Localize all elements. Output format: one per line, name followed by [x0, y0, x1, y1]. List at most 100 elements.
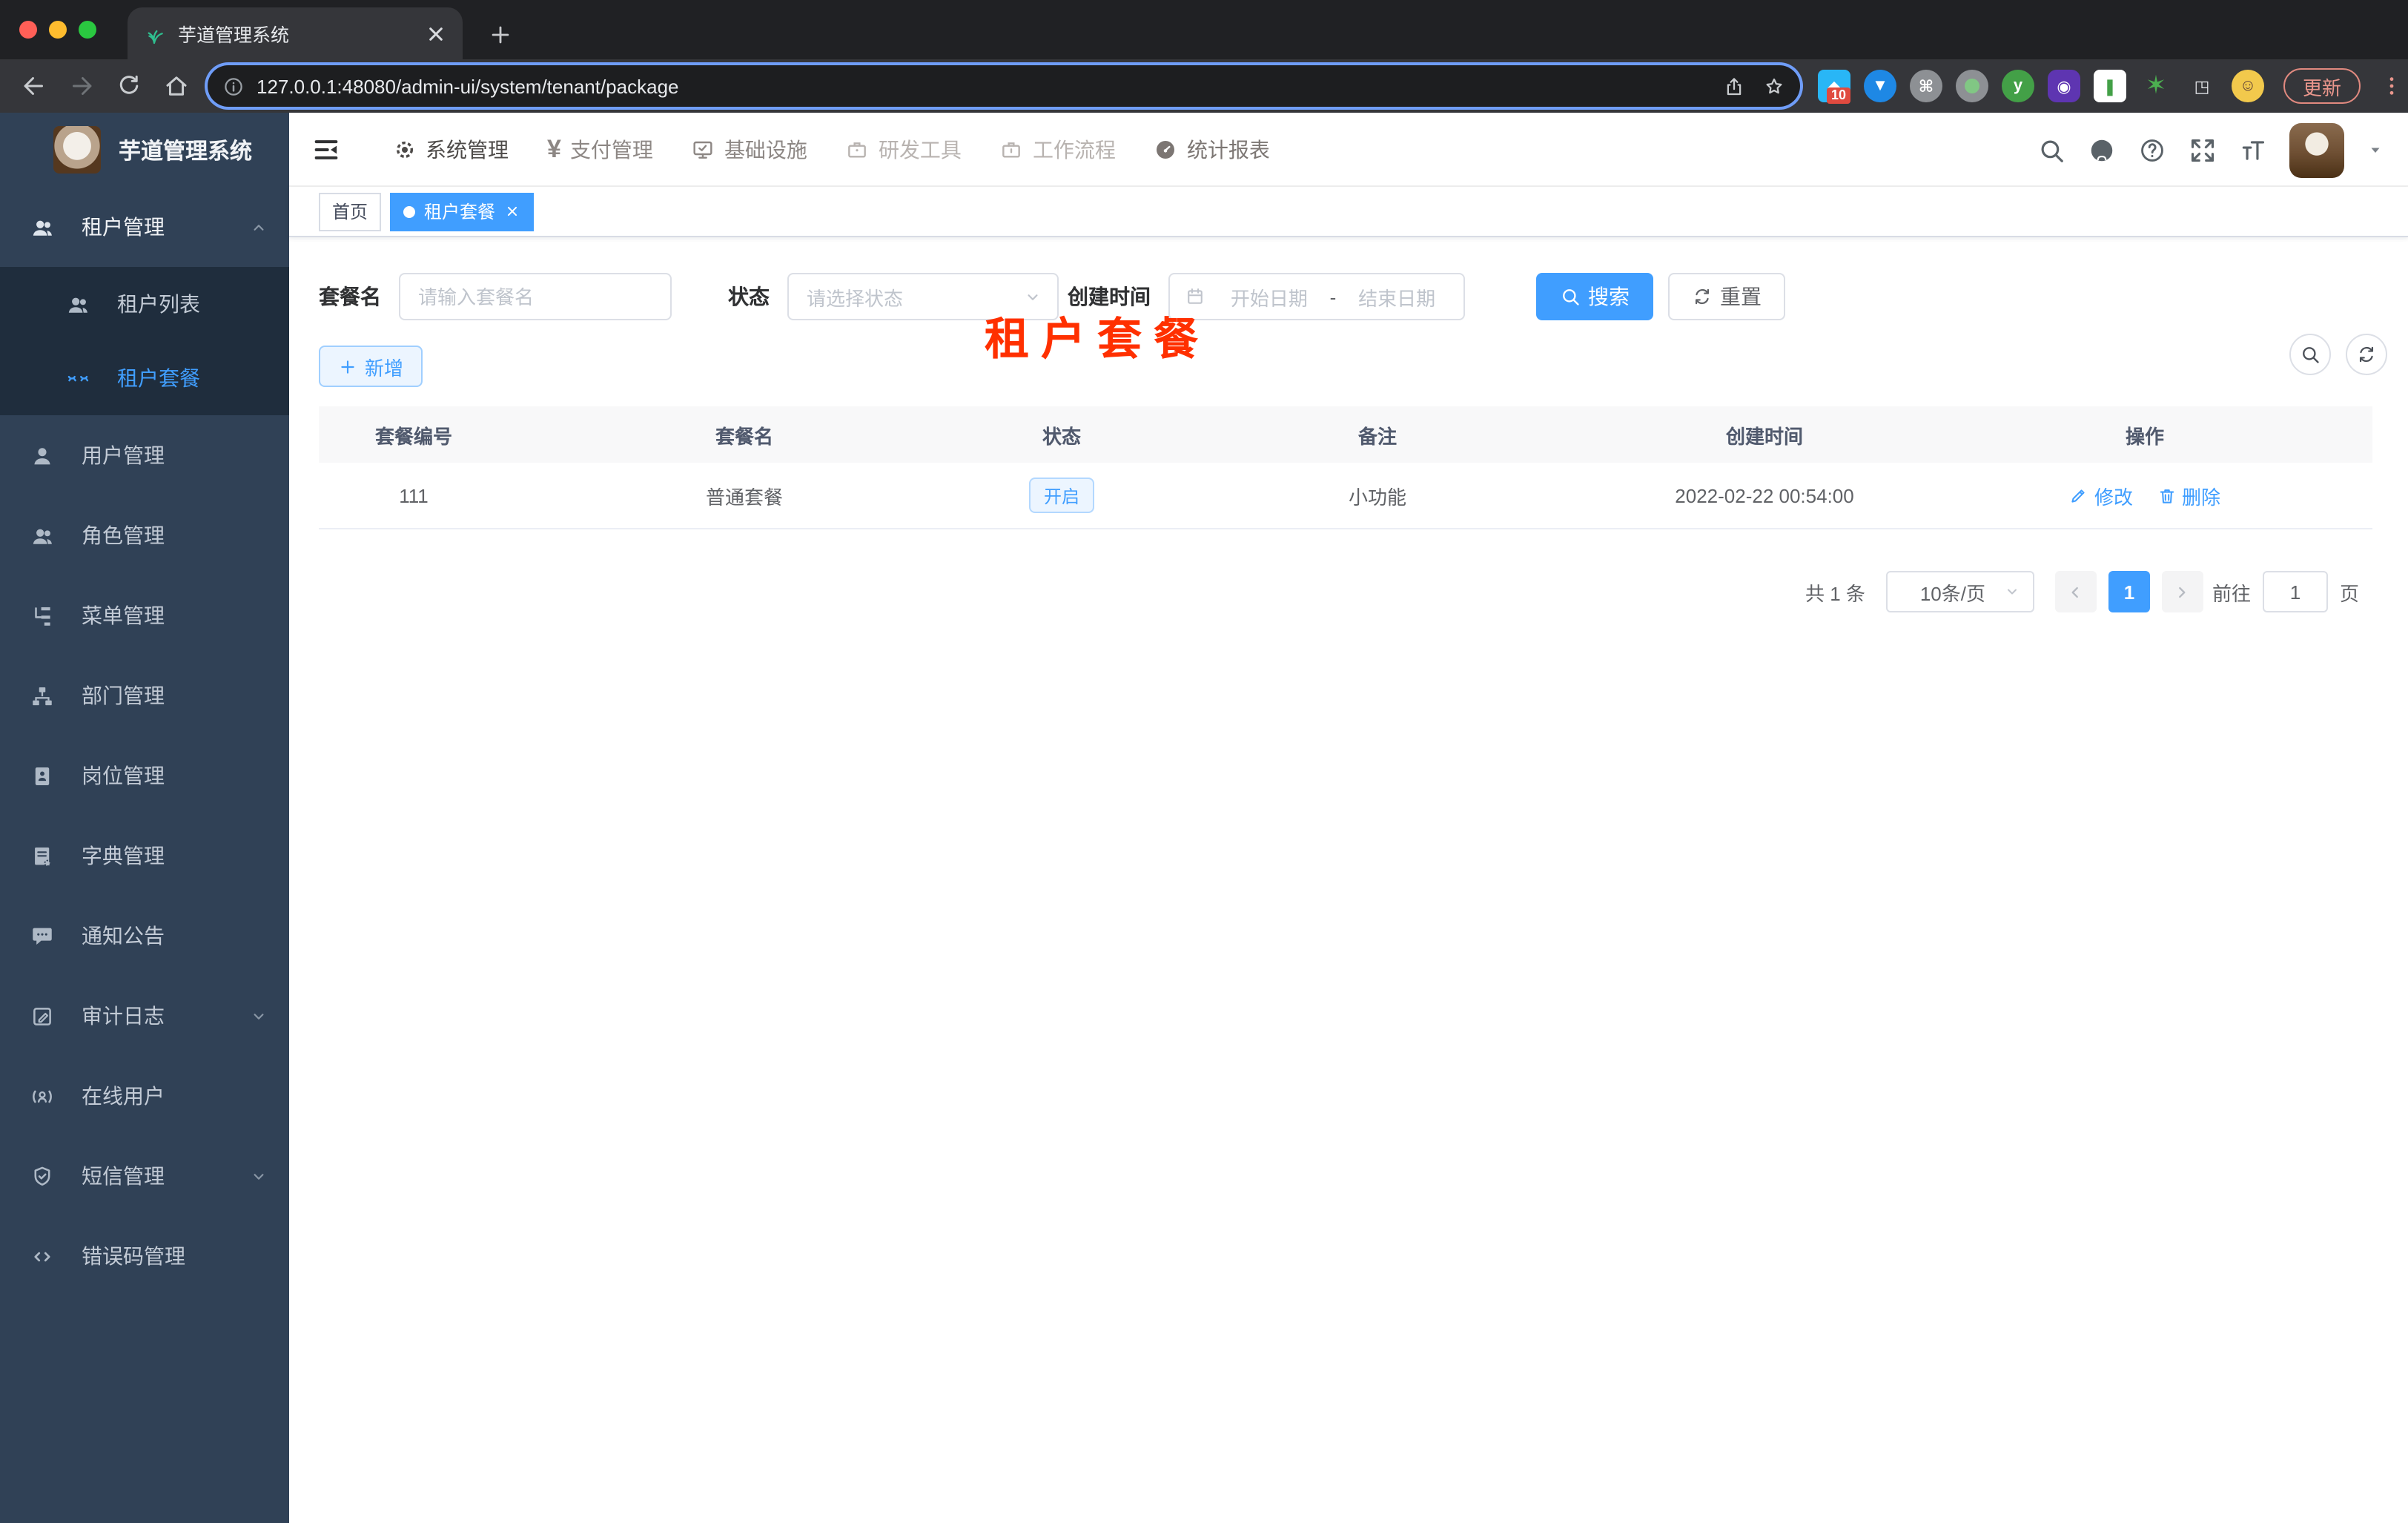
top-menu-system[interactable]: 系统管理: [374, 113, 528, 185]
active-dot-icon: [403, 205, 416, 217]
delete-link[interactable]: 删除: [2157, 481, 2220, 509]
info-icon[interactable]: [222, 75, 245, 97]
extension-star-icon[interactable]: ✶: [2140, 70, 2172, 102]
avatar[interactable]: [2289, 122, 2344, 177]
range-separator: -: [1329, 285, 1337, 308]
extension-badge: 10: [1827, 87, 1851, 104]
tag-home[interactable]: 首页: [319, 192, 382, 231]
chevron-up-icon: [249, 217, 268, 237]
sidebar-item-tenant-management[interactable]: 租户管理: [0, 187, 289, 267]
search-button[interactable]: 搜索: [1536, 273, 1653, 320]
users-icon: [30, 523, 55, 548]
browser-tab[interactable]: 芋道管理系统: [128, 7, 463, 59]
yen-icon: ¥: [547, 135, 561, 163]
sidebar-item-tenant-list[interactable]: 租户列表: [0, 267, 289, 341]
cell-package-id: 111: [399, 484, 429, 506]
extension-v-icon[interactable]: y: [2002, 70, 2034, 102]
sidebar-item-dict-management[interactable]: 字典管理: [0, 816, 289, 896]
tab-close-icon[interactable]: [424, 22, 448, 45]
forward-icon[interactable]: [68, 73, 95, 99]
extension-emoji-icon[interactable]: ☺: [2232, 70, 2264, 102]
home-icon[interactable]: [163, 73, 190, 99]
help-icon[interactable]: [2138, 136, 2166, 164]
pencil-icon: [2069, 486, 2088, 505]
share-icon[interactable]: [1723, 75, 1745, 97]
top-menu-workflow[interactable]: 工作流程: [981, 113, 1135, 185]
top-menu-pay[interactable]: ¥ 支付管理: [528, 113, 672, 185]
sidebar-item-role-management[interactable]: 角色管理: [0, 495, 289, 575]
search-icon: [2300, 344, 2321, 365]
traffic-lights: [19, 21, 96, 39]
page-number-button[interactable]: 1: [2108, 571, 2150, 612]
plus-icon: [338, 357, 357, 376]
prev-page-button[interactable]: [2054, 571, 2097, 612]
chat-bubble-icon: [30, 923, 55, 948]
edit-link[interactable]: 修改: [2069, 481, 2133, 509]
url-text[interactable]: 127.0.0.1:48080/admin-ui/system/tenant/p…: [257, 75, 1705, 97]
sidebar-item-user-management[interactable]: 用户管理: [0, 415, 289, 495]
page-size-select[interactable]: 10条/页: [1885, 571, 2034, 612]
sidebar-item-error-code[interactable]: 错误码管理: [0, 1216, 289, 1296]
reset-button[interactable]: 重置: [1668, 273, 1785, 320]
search-icon: [1560, 286, 1581, 307]
new-tab-button[interactable]: [480, 15, 519, 53]
back-icon[interactable]: [21, 73, 47, 99]
add-button[interactable]: 新增: [319, 346, 423, 387]
top-menu-dev-tool[interactable]: 研发工具: [827, 113, 981, 185]
tag-close-icon[interactable]: [504, 203, 520, 219]
toggle-search-button[interactable]: [2289, 334, 2331, 375]
end-date-placeholder[interactable]: 结束日期: [1345, 283, 1449, 311]
zoom-window-button[interactable]: [79, 21, 96, 39]
create-time-range-picker[interactable]: 开始日期 - 结束日期: [1168, 273, 1465, 320]
page-content: 套餐名 状态 请选择状态 创建时间 开始日期 - 结束日期: [289, 237, 2408, 612]
sidebar-item-post-management[interactable]: 岗位管理: [0, 736, 289, 816]
sidebar-item-dept-management[interactable]: 部门管理: [0, 655, 289, 736]
goto-page-input[interactable]: [2262, 571, 2328, 612]
sidebar-item-sms-management[interactable]: 短信管理: [0, 1136, 289, 1216]
minimize-window-button[interactable]: [49, 21, 67, 39]
extension-shield-icon[interactable]: ◉: [2048, 70, 2080, 102]
tag-tenant-package[interactable]: 租户套餐: [390, 192, 535, 231]
font-size-icon[interactable]: [2239, 136, 2267, 164]
sidebar-item-notice[interactable]: 通知公告: [0, 896, 289, 976]
extension-diamond-icon[interactable]: ◆ 10: [1818, 70, 1851, 104]
closed-eyes-icon: [65, 366, 90, 391]
status-badge[interactable]: 开启: [1028, 478, 1094, 513]
close-window-button[interactable]: [19, 21, 37, 39]
logo-rabbit-image: [53, 126, 101, 174]
top-menu-report[interactable]: 统计报表: [1135, 113, 1289, 185]
url-bar[interactable]: 127.0.0.1:48080/admin-ui/system/tenant/p…: [208, 65, 1800, 107]
search-icon[interactable]: [2037, 136, 2065, 164]
caret-down-icon[interactable]: [2366, 141, 2384, 159]
column-header: 套餐编号: [374, 425, 452, 447]
table-row: 111 普通套餐 开启 小功能 2022-02-22 00:54:00 修改 删…: [319, 463, 2372, 529]
reload-icon[interactable]: [116, 73, 142, 99]
github-icon[interactable]: [2088, 136, 2116, 164]
browser-menu-kebab-icon[interactable]: [2380, 74, 2404, 98]
package-table: 套餐编号 套餐名 状态 备注 创建时间 操作 111 普通套餐 开启 小功能 2…: [319, 406, 2372, 529]
tab-title: 芋道管理系统: [178, 25, 290, 46]
chevron-down-icon: [249, 1166, 268, 1186]
refresh-table-button[interactable]: [2346, 334, 2387, 375]
bookmark-star-icon[interactable]: [1763, 75, 1785, 97]
sidebar-item-tenant-package[interactable]: 租户套餐: [0, 341, 289, 415]
extensions-puzzle-icon[interactable]: ◳: [2186, 70, 2218, 102]
sidebar-collapse-icon[interactable]: [311, 134, 341, 164]
top-menu-infra[interactable]: 基础设施: [672, 113, 827, 185]
extension-gem-icon[interactable]: ▼: [1864, 70, 1896, 102]
extension-dot-icon[interactable]: [1956, 70, 1988, 102]
extension-chat-icon[interactable]: ❚: [2094, 70, 2126, 102]
fullscreen-icon[interactable]: [2189, 136, 2217, 164]
package-name-input[interactable]: [399, 273, 672, 320]
extension-command-icon[interactable]: ⌘: [1910, 70, 1942, 102]
sidebar-item-online-user[interactable]: 在线用户: [0, 1056, 289, 1136]
sidebar-logo[interactable]: 芋道管理系统: [0, 113, 289, 187]
users-icon: [65, 291, 90, 317]
table-toolbar: [2289, 334, 2387, 375]
sidebar-item-audit-log[interactable]: 审计日志: [0, 976, 289, 1056]
next-page-button[interactable]: [2161, 571, 2203, 612]
browser-update-button[interactable]: 更新: [2283, 68, 2361, 104]
sidebar-item-menu-management[interactable]: 菜单管理: [0, 575, 289, 655]
start-date-placeholder[interactable]: 开始日期: [1217, 283, 1321, 311]
briefcase-icon: [1000, 137, 1024, 161]
